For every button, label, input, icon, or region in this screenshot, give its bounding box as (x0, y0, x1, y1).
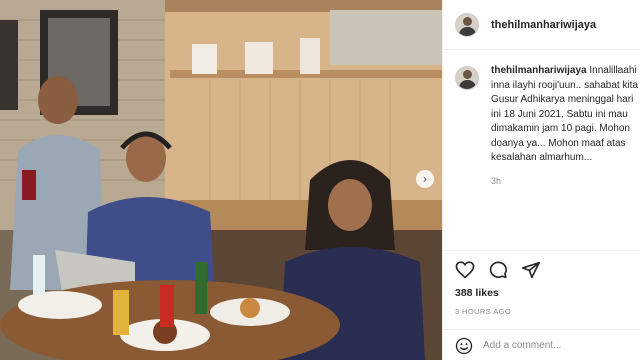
caption-comment: thehilmanhariwijaya Innalillaahi inna il… (455, 64, 640, 188)
photo-scene (0, 0, 442, 360)
action-icons (455, 261, 541, 279)
post-photo: › (0, 0, 442, 360)
header-username[interactable]: thehilmanhariwijaya (491, 19, 596, 31)
likes-count[interactable]: 388 likes (455, 287, 499, 299)
comment-input[interactable] (483, 340, 623, 351)
heart-icon[interactable] (455, 261, 475, 279)
avatar[interactable] (455, 12, 479, 37)
chevron-right-icon: › (422, 172, 428, 186)
add-comment-bar (443, 329, 640, 360)
caption-body: thehilmanhariwijaya Innalillaahi inna il… (491, 64, 640, 188)
post-header: thehilmanhariwijaya (443, 0, 640, 50)
post-actions: 388 likes 3 HOURS AGO (443, 250, 640, 360)
smiley-icon[interactable] (455, 337, 473, 355)
comment-bubble-icon[interactable] (488, 261, 508, 279)
caption-time: 3h (491, 175, 502, 186)
caption-avatar[interactable] (455, 66, 479, 90)
caption-username[interactable]: thehilmanhariwijaya (491, 65, 587, 76)
next-photo-button[interactable]: › (416, 170, 434, 188)
post-sidebar: thehilmanhariwijaya thehilmanhariwijaya … (442, 0, 640, 360)
posted-ago: 3 HOURS AGO (455, 307, 512, 316)
paper-plane-icon[interactable] (521, 261, 541, 279)
caption-text: Innalillaahi inna ilayhi rooji'uun.. sah… (491, 65, 639, 163)
